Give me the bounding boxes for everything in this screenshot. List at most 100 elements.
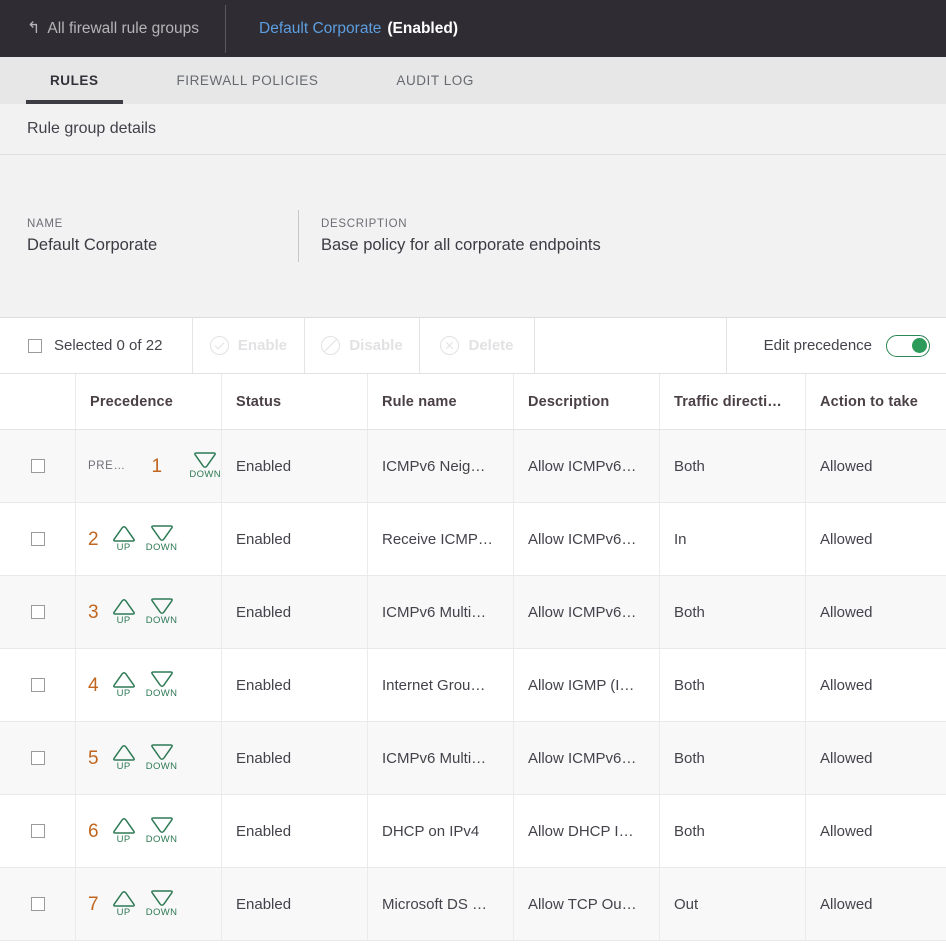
cell-precedence: PRE… 1 DOWN [76, 430, 222, 502]
move-up-label: UP [116, 615, 131, 627]
cell-rule-name[interactable]: Receive ICMP… [368, 503, 514, 575]
top-bar: ↰ All firewall rule groups Default Corpo… [0, 0, 946, 57]
move-up-label: UP [116, 688, 131, 700]
table-row[interactable]: PRE… 1 DOWN Enabled ICMPv6 Neig… Allow ICMPv6… [0, 430, 946, 503]
move-down-button[interactable]: DOWN [189, 452, 221, 480]
tab-firewall-policies[interactable]: FIREWALL POLICIES [153, 57, 343, 104]
row-checkbox-cell[interactable] [0, 722, 76, 794]
cell-rule-name[interactable]: Internet Grou… [368, 649, 514, 721]
move-up-button[interactable]: UP [105, 817, 143, 845]
info-description-value: Base policy for all corporate endpoints [321, 235, 601, 254]
cell-action-to-take: Allowed [820, 822, 873, 840]
cell-description: Allow ICMPv6… [514, 722, 660, 794]
row-checkbox[interactable] [30, 459, 45, 473]
move-down-label: DOWN [189, 469, 221, 481]
row-checkbox[interactable] [30, 532, 45, 546]
table-header-row: Precedence Status Rule name Description … [0, 374, 946, 430]
cell-rule-name[interactable]: ICMPv6 Neig… [368, 430, 514, 502]
cell-rule-name[interactable]: ICMPv6 Multi… [368, 576, 514, 648]
cell-rule-name[interactable]: ICMPv6 Multi… [368, 722, 514, 794]
header-cell-rule-name[interactable]: Rule name [368, 374, 514, 429]
header-cell-traffic-direction[interactable]: Traffic directi… [660, 374, 806, 429]
row-checkbox[interactable] [30, 605, 45, 619]
rule-group-title: Default Corporate (Enabled) [226, 20, 458, 38]
select-all-checkbox[interactable] [28, 338, 42, 353]
row-checkbox-cell[interactable] [0, 503, 76, 575]
table-row[interactable]: 6 UP DOWN Enabled DHCP on IPv4 Allow DHCP I… B… [0, 795, 946, 868]
cell-action-to-take: Allowed [820, 457, 873, 475]
row-checkbox[interactable] [30, 897, 45, 911]
edit-precedence-control[interactable]: Edit precedence [727, 318, 946, 373]
delete-button[interactable]: Delete [420, 318, 535, 373]
table-row[interactable]: 3 UP DOWN Enabled ICMPv6 Multi… Allow ICMPv6…… [0, 576, 946, 649]
header-cell-precedence[interactable]: Precedence [76, 374, 222, 429]
cell-action-to-take: Allowed [820, 530, 873, 548]
info-name-value: Default Corporate [27, 235, 158, 254]
row-checkbox-cell[interactable] [0, 430, 76, 502]
disable-button-label: Disable [349, 337, 403, 354]
selected-count-label: Selected 0 of 22 [54, 337, 163, 354]
table-row[interactable]: 4 UP DOWN Enabled Internet Grou… Allow IGMP (… [0, 649, 946, 722]
tab-audit-log[interactable]: AUDIT LOG [372, 57, 497, 104]
back-to-all-rule-groups-link[interactable]: ↰ All firewall rule groups [0, 0, 225, 57]
triangle-up-glyph [112, 672, 135, 688]
cell-traffic-direction: Both [660, 576, 806, 648]
move-down-label: DOWN [145, 688, 178, 700]
triangle-down-glyph [150, 890, 173, 907]
row-checkbox-cell[interactable] [0, 649, 76, 721]
move-up-button[interactable]: UP [105, 525, 143, 553]
cell-precedence: 6 UP DOWN [76, 795, 222, 867]
delete-button-label: Delete [468, 337, 514, 354]
undo-arrow-icon: ↰ [27, 19, 41, 37]
cell-precedence: 2 UP DOWN [76, 503, 222, 575]
cell-traffic-direction: Both [660, 795, 806, 867]
triangle-up-glyph [112, 745, 135, 761]
tab-rules-label: RULES [50, 73, 99, 88]
info-description-label: DESCRIPTION [321, 217, 408, 230]
precedence-number: 1 [151, 455, 163, 477]
cell-traffic-direction: Both [660, 430, 806, 502]
header-cell-status[interactable]: Status [222, 374, 368, 429]
edit-precedence-toggle[interactable] [886, 334, 930, 357]
header-cell-action-to-take[interactable]: Action to take [806, 374, 946, 429]
tab-rules[interactable]: RULES [26, 57, 123, 104]
move-up-button[interactable]: UP [105, 598, 143, 626]
enable-button[interactable]: Enable [193, 318, 305, 373]
cell-rule-name[interactable]: DHCP on IPv4 [368, 795, 514, 867]
row-checkbox[interactable] [30, 678, 45, 692]
rule-group-name[interactable]: Default Corporate [259, 20, 381, 38]
slash-circle-icon [321, 336, 341, 355]
move-down-button[interactable]: DOWN [143, 744, 181, 772]
move-up-button[interactable]: UP [105, 744, 143, 772]
rules-table: Precedence Status Rule name Description … [0, 374, 946, 941]
header-cell-description[interactable]: Description [514, 374, 660, 429]
row-checkbox-cell[interactable] [0, 868, 76, 940]
row-checkbox[interactable] [30, 824, 45, 838]
move-down-button[interactable]: DOWN [143, 817, 181, 845]
move-down-button[interactable]: DOWN [143, 598, 181, 626]
move-down-button[interactable]: DOWN [143, 525, 181, 553]
row-checkbox[interactable] [30, 751, 45, 765]
table-row[interactable]: 7 UP DOWN Enabled Microsoft DS … Allow TCP Ou… [0, 868, 946, 941]
move-up-label: UP [116, 761, 131, 773]
cell-rule-name[interactable]: Microsoft DS … [368, 868, 514, 940]
move-down-button[interactable]: DOWN [143, 671, 181, 699]
select-all-control[interactable]: Selected 0 of 22 [0, 318, 193, 373]
cell-precedence: 3 UP DOWN [76, 576, 222, 648]
row-checkbox-cell[interactable] [0, 795, 76, 867]
cell-precedence: 4 UP DOWN [76, 649, 222, 721]
table-row[interactable]: 5 UP DOWN Enabled ICMPv6 Multi… Allow ICMPv6…… [0, 722, 946, 795]
triangle-down-glyph [150, 671, 173, 688]
move-down-button[interactable]: DOWN [143, 890, 181, 918]
disable-button[interactable]: Disable [305, 318, 420, 373]
move-down-label: DOWN [145, 761, 178, 773]
move-up-button[interactable]: UP [105, 671, 143, 699]
row-checkbox-cell[interactable] [0, 576, 76, 648]
cell-description: Allow ICMPv6… [514, 430, 660, 502]
cell-description: Allow IGMP (I… [514, 649, 660, 721]
move-up-button[interactable]: UP [105, 890, 143, 918]
cell-status: Enabled [222, 576, 368, 648]
enable-button-label: Enable [237, 337, 288, 354]
cell-status: Enabled [222, 722, 368, 794]
table-row[interactable]: 2 UP DOWN Enabled Receive ICMP… Allow ICMPv6…… [0, 503, 946, 576]
